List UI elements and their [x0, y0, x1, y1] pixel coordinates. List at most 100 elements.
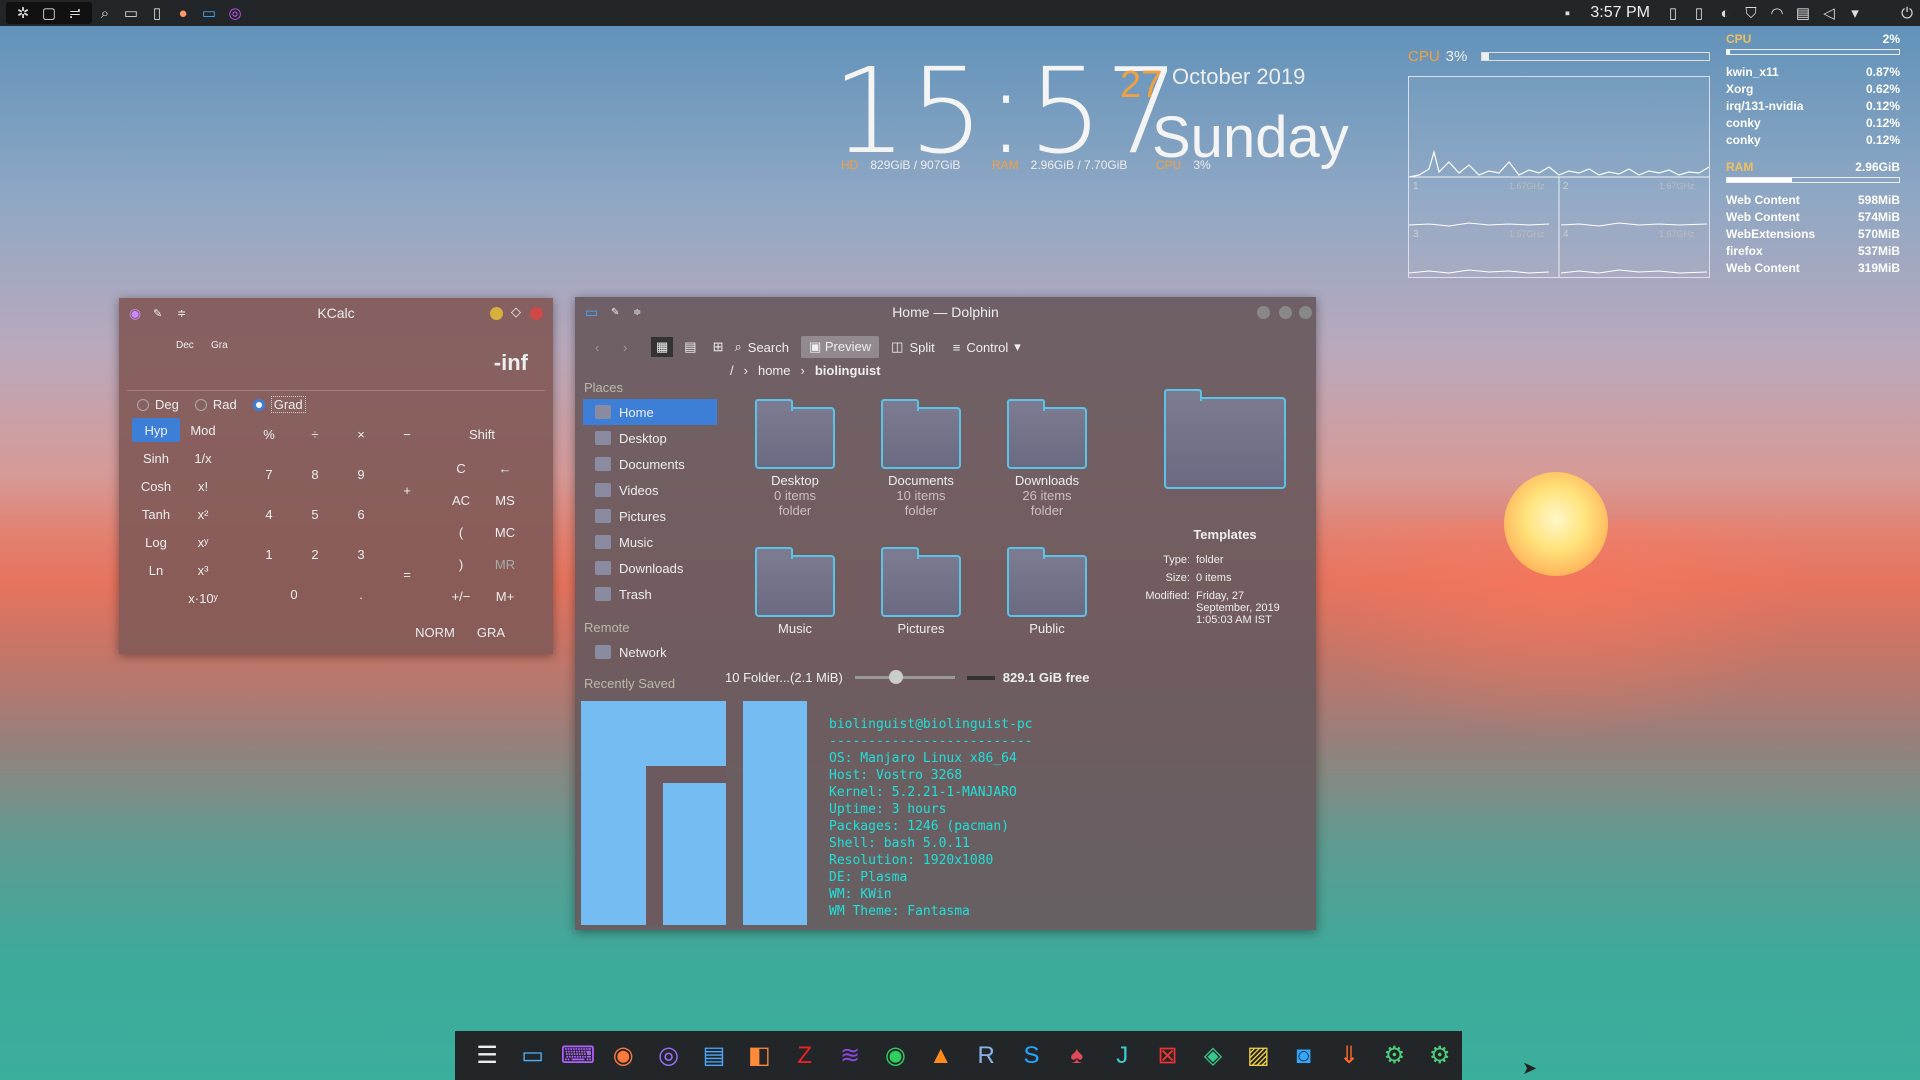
zotero-icon[interactable]: ♠	[1055, 1033, 1099, 1078]
calc-key-number[interactable]: 4	[249, 502, 289, 526]
calc-key-left[interactable]: Sinh	[132, 446, 180, 470]
calc-key-right[interactable]: +/−	[441, 584, 481, 608]
firefox-icon[interactable]: ◉	[601, 1033, 645, 1078]
calc-key-right[interactable]: (	[441, 520, 481, 544]
search-button[interactable]: Search	[748, 340, 789, 355]
maximize-button[interactable]: ◇	[511, 304, 521, 320]
impress-icon[interactable]: ◧	[737, 1033, 781, 1078]
file-item[interactable]: Documents 10 items folder	[866, 399, 976, 518]
sidebar-item-pictures[interactable]: Pictures	[583, 503, 717, 529]
sidebar-item-network[interactable]: Network	[583, 639, 717, 665]
calc-key-left[interactable]: x!	[179, 474, 227, 498]
calc-key-left[interactable]: Cosh	[132, 474, 180, 498]
folder-icon[interactable]: ▭	[118, 0, 144, 26]
sidebar-item-documents[interactable]: Documents	[583, 451, 717, 477]
steam-icon[interactable]: ◐	[1712, 0, 1738, 26]
compact-view-icon[interactable]: ▤	[679, 337, 701, 357]
deg-radio[interactable]	[137, 398, 149, 411]
calc-key-right[interactable]: MS	[485, 488, 525, 512]
calc-key-op[interactable]: −	[387, 422, 427, 446]
terminal-icon[interactable]: ⌨	[556, 1033, 600, 1078]
storage-icon[interactable]: ▯	[1686, 0, 1712, 26]
calc-key-number[interactable]: 5	[295, 502, 335, 526]
firefox-icon[interactable]: ●	[170, 0, 196, 26]
file-item[interactable]: Public	[992, 547, 1102, 636]
sidebar-item-desktop[interactable]: Desktop	[583, 425, 717, 451]
spotify-icon[interactable]: ◉	[873, 1033, 917, 1078]
calc-key-number[interactable]: 0	[274, 582, 314, 606]
minimize-button[interactable]	[1257, 306, 1270, 319]
dolphin-task-icon[interactable]: ▭	[196, 0, 222, 26]
calc-key-left[interactable]: Ln	[132, 558, 180, 582]
close-button[interactable]	[1299, 306, 1312, 319]
kdenlive-icon[interactable]: ◈	[1191, 1033, 1235, 1078]
gra-button[interactable]: GRA	[467, 620, 515, 644]
norm-button[interactable]: NORM	[411, 620, 459, 644]
vscode-icon[interactable]: ≋	[828, 1033, 872, 1078]
calc-key-left[interactable]: x²	[179, 502, 227, 526]
calc-key-left[interactable]: 1/x	[179, 446, 227, 470]
file-item[interactable]: Downloads 26 items folder	[992, 399, 1102, 518]
calc-key-left[interactable]: x³	[179, 558, 227, 582]
calc-key-number[interactable]: 8	[295, 462, 335, 486]
calc-key-plus[interactable]: +	[387, 478, 427, 502]
rad-radio[interactable]	[194, 398, 207, 411]
switch-icon[interactable]: ≓	[62, 0, 88, 26]
search-icon[interactable]: ⌕	[735, 339, 742, 355]
file-item[interactable]: Desktop 0 items folder	[740, 399, 850, 518]
sidebar-item-videos[interactable]: Videos	[583, 477, 717, 503]
camera-icon[interactable]: ◙	[1281, 1033, 1325, 1078]
calc-key-number[interactable]: 9	[341, 462, 381, 486]
calc-key-number[interactable]: 6	[341, 502, 381, 526]
calc-key-left[interactable]: xʸ	[179, 530, 227, 554]
crumb-user[interactable]: biolinguist	[815, 363, 881, 378]
kde-menu-icon[interactable]: ✲	[10, 0, 36, 26]
calc-key-left[interactable]: x·10ʸ	[179, 586, 227, 610]
vlc-icon[interactable]: ▲	[919, 1033, 963, 1078]
icons-view-icon[interactable]: ▦	[651, 337, 674, 357]
back-icon[interactable]: ‹	[595, 340, 617, 355]
chevron-down-icon[interactable]: ▾	[1842, 0, 1868, 26]
pin-icon[interactable]: ✎	[611, 307, 619, 318]
zoom-slider[interactable]	[854, 670, 955, 684]
r-icon[interactable]: R	[964, 1033, 1008, 1078]
grad-radio[interactable]	[252, 398, 265, 411]
calc-key-left[interactable]: Hyp	[132, 418, 180, 442]
window-icon[interactable]: ▢	[36, 0, 62, 26]
file-item[interactable]: Music	[740, 547, 850, 636]
calc-key-right[interactable]: )	[441, 552, 481, 576]
wifi-icon[interactable]: ◠	[1764, 0, 1790, 26]
menu-icon[interactable]: ≑	[633, 307, 641, 318]
gear-icon-2[interactable]: ⚙	[1418, 1033, 1462, 1078]
calc-key-number[interactable]: .	[341, 582, 381, 606]
chevron-down-icon[interactable]: ▾	[1014, 339, 1021, 355]
skype-icon[interactable]: S	[1009, 1033, 1053, 1078]
calc-key-number[interactable]: 7	[249, 462, 289, 486]
forward-icon[interactable]: ›	[623, 340, 645, 355]
split-button[interactable]: Split	[909, 340, 934, 355]
preview-button[interactable]: ▣ Preview	[800, 336, 880, 358]
power-icon[interactable]: ⏻	[1894, 0, 1920, 26]
minimize-button[interactable]	[490, 307, 503, 320]
sidebar-item-home[interactable]: Home	[583, 399, 717, 425]
calc-key-right[interactable]: Shift	[441, 422, 523, 446]
calc-key-op[interactable]: ×	[341, 422, 381, 446]
download-icon[interactable]: ⇓	[1327, 1033, 1371, 1078]
calc-key-number[interactable]: 3	[341, 542, 381, 566]
close-button[interactable]	[530, 307, 543, 320]
crumb-home[interactable]: home	[758, 363, 791, 378]
split-icon[interactable]: ◫	[891, 339, 903, 355]
calc-key-right[interactable]: C	[441, 456, 481, 480]
julia-icon[interactable]: J	[1100, 1033, 1144, 1078]
calc-key-left[interactable]: Log	[132, 530, 180, 554]
sidebar-item-downloads[interactable]: Downloads	[583, 555, 717, 581]
calc-key-right[interactable]: MR	[485, 552, 525, 576]
calc-key-right[interactable]: AC	[441, 488, 481, 512]
calc-key-number[interactable]: 1	[249, 542, 289, 566]
crumb-root[interactable]: /	[730, 363, 734, 378]
details-view-icon[interactable]: ⊞	[708, 337, 729, 357]
menu-icon[interactable]: ≑	[177, 307, 186, 320]
calc-key-right[interactable]: MC	[485, 520, 525, 544]
calc-key-equals[interactable]: =	[387, 562, 427, 586]
kcalc-titlebar[interactable]: ◉ ✎ ≑ KCalc ◇	[119, 298, 553, 328]
